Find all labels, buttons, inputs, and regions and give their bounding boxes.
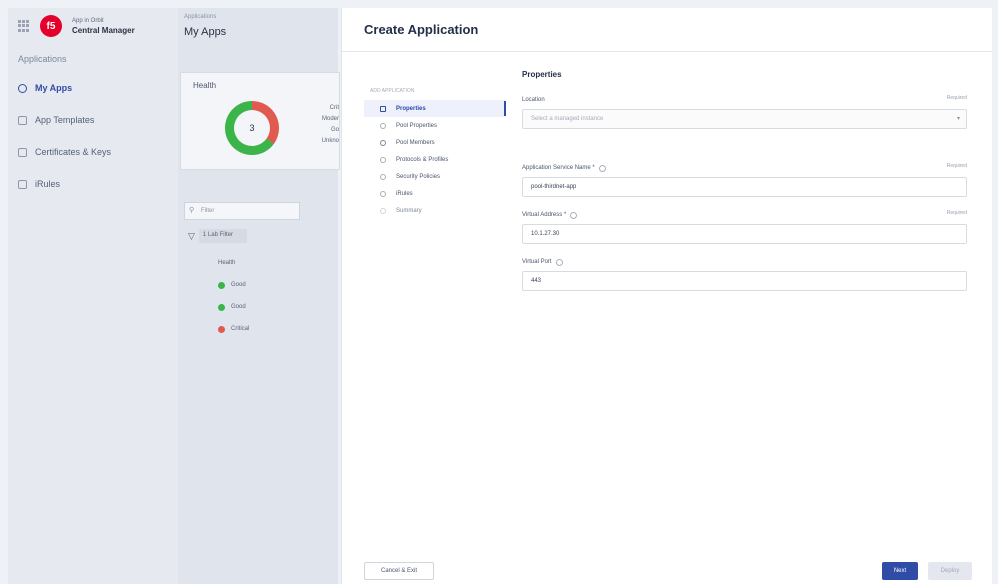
- legend-item: Unkno: [321, 138, 339, 144]
- step-check-icon: [380, 190, 386, 197]
- steps-caption: ADD APPLICATION: [370, 88, 415, 94]
- location-select[interactable]: Select a managed instance ▾: [522, 109, 967, 129]
- app-grid-icon[interactable]: [18, 20, 30, 32]
- step-summary[interactable]: Summary: [364, 202, 506, 219]
- legend-item: Crit: [329, 105, 339, 111]
- filter-bar: ▽ 1 Lab Filter: [188, 229, 247, 243]
- info-icon[interactable]: [555, 258, 563, 266]
- health-card: Health 3 Crit Moder Go Unkno: [180, 72, 340, 170]
- info-icon[interactable]: [570, 211, 578, 219]
- step-future-icon: [380, 207, 386, 214]
- deploy-button[interactable]: Deploy: [928, 562, 972, 580]
- step-properties[interactable]: Properties: [364, 100, 506, 117]
- funnel-icon[interactable]: ▽: [188, 231, 195, 242]
- virtual-port-input[interactable]: 443: [522, 271, 967, 291]
- location-placeholder: Select a managed instance: [531, 116, 604, 122]
- status-text: Good: [231, 282, 246, 288]
- step-active-icon: [380, 105, 386, 112]
- sidebar-item-certificates[interactable]: Certificates & Keys: [8, 136, 178, 168]
- brand-small: App in Orbit: [72, 18, 104, 24]
- step-pending-icon: [380, 139, 386, 146]
- service-name-label: Application Service Name *: [522, 165, 595, 171]
- step-pool-properties[interactable]: Pool Properties: [364, 117, 506, 134]
- brand: App in Orbit Central Manager: [72, 17, 135, 35]
- status-good-icon: [218, 303, 225, 311]
- info-icon[interactable]: [598, 164, 606, 172]
- filter-input[interactable]: Filter: [184, 202, 300, 220]
- health-legend: Crit Moder Go Unkno: [307, 103, 339, 147]
- sidebar-item-label: Certificates & Keys: [35, 147, 112, 157]
- irules-icon: [18, 179, 27, 189]
- virtual-port-label: Virtual Port: [522, 259, 552, 265]
- sidebar-item-irules[interactable]: iRules: [8, 168, 178, 200]
- step-check-icon: [380, 156, 386, 163]
- sidebar-header: f5 App in Orbit Central Manager: [8, 8, 178, 44]
- table-row[interactable]: Critical: [218, 318, 249, 340]
- cancel-exit-button[interactable]: Cancel & Exit: [364, 562, 434, 580]
- apps-icon: [18, 83, 27, 93]
- apps-table: Health Good Good Critical: [218, 252, 249, 340]
- virtual-address-input[interactable]: 10.1.27.30: [522, 224, 967, 244]
- virtual-address-label: Virtual Address *: [522, 212, 567, 218]
- health-card-title: Health: [193, 81, 217, 90]
- step-protocols-profiles[interactable]: Protocols & Profiles: [364, 151, 506, 168]
- status-good-icon: [218, 281, 225, 289]
- step-pool-members[interactable]: Pool Members: [364, 134, 506, 151]
- step-label: Pool Members: [396, 139, 435, 146]
- template-icon: [18, 115, 27, 125]
- modal-footer: Cancel & Exit Next Deploy: [342, 558, 993, 584]
- required-note: Required: [946, 95, 967, 101]
- legend-item: Go: [330, 127, 339, 133]
- service-name-input[interactable]: pool-thirdnet-app: [522, 177, 967, 197]
- step-label: iRules: [396, 190, 413, 197]
- sidebar-section-title: Applications: [18, 54, 67, 64]
- step-label: Protocols & Profiles: [396, 156, 449, 163]
- step-check-icon: [380, 122, 386, 129]
- sidebar-item-app-templates[interactable]: App Templates: [8, 104, 178, 136]
- table-row[interactable]: Good: [218, 274, 249, 296]
- location-field: Location Required Select a managed insta…: [522, 95, 967, 129]
- step-label: Properties: [396, 105, 426, 112]
- sidebar-item-label: My Apps: [35, 83, 73, 93]
- next-button[interactable]: Next: [882, 562, 918, 580]
- chevron-down-icon: ▾: [956, 116, 960, 122]
- filter-tag[interactable]: 1 Lab Filter: [198, 229, 247, 243]
- form-section-title: Properties: [522, 70, 562, 79]
- health-total: 3: [249, 123, 255, 133]
- breadcrumb[interactable]: Applications: [178, 8, 338, 20]
- location-label: Location: [522, 97, 545, 103]
- table-row[interactable]: Good: [218, 296, 249, 318]
- required-note: Required: [946, 163, 967, 169]
- step-label: Pool Properties: [396, 122, 438, 129]
- status-critical-icon: [218, 325, 225, 333]
- sidebar-item-label: App Templates: [35, 115, 95, 125]
- create-application-panel: Create Application ADD APPLICATION Prope…: [341, 8, 992, 584]
- status-text: Good: [231, 304, 246, 310]
- required-note: Required: [946, 210, 967, 216]
- brand-logo-icon: f5: [40, 15, 62, 37]
- wizard-steps: ADD APPLICATION Properties Pool Properti…: [364, 88, 506, 219]
- step-security-policies[interactable]: Security Policies: [364, 168, 506, 185]
- service-name-field: Application Service Name * Required pool…: [522, 163, 967, 197]
- step-irules[interactable]: iRules: [364, 185, 506, 202]
- certificate-icon: [18, 147, 27, 157]
- step-label: Summary: [396, 207, 422, 214]
- page-title: My Apps: [184, 26, 227, 38]
- main-content: Applications My Apps Health 3 Crit Moder…: [178, 8, 340, 584]
- brand-name: Central Manager: [72, 26, 135, 35]
- virtual-port-field: Virtual Port 443: [522, 257, 967, 291]
- sidebar: f5 App in Orbit Central Manager Applicat…: [8, 8, 178, 584]
- sidebar-item-label: iRules: [35, 179, 61, 189]
- legend-item: Moder: [321, 116, 339, 122]
- properties-form: Properties Location Required Select a ma…: [522, 70, 967, 304]
- sidebar-item-my-apps[interactable]: My Apps: [8, 72, 178, 104]
- modal-title: Create Application: [342, 8, 992, 52]
- step-label: Security Policies: [396, 173, 441, 180]
- virtual-address-field: Virtual Address * Required 10.1.27.30: [522, 210, 967, 244]
- column-header: Health: [218, 260, 236, 266]
- step-check-icon: [380, 173, 386, 180]
- status-text: Critical: [231, 326, 250, 332]
